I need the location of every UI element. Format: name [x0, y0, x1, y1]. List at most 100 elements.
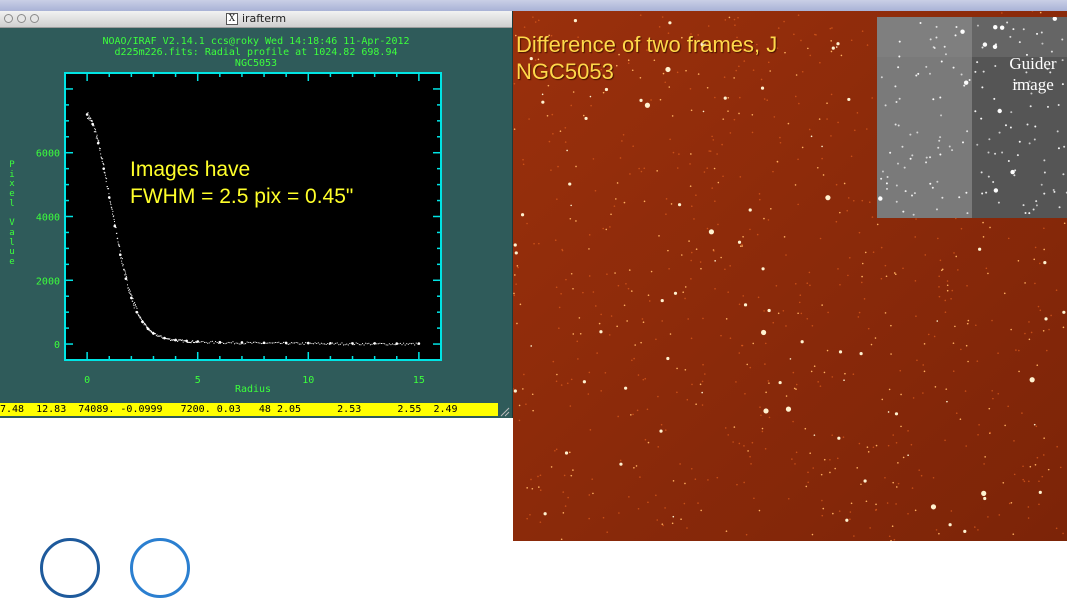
star [716, 153, 718, 155]
guider-star [904, 190, 907, 193]
guider-star [889, 151, 892, 154]
star [895, 441, 898, 444]
profile-sample [116, 232, 118, 234]
star [669, 138, 671, 141]
star [852, 373, 855, 375]
star [628, 269, 631, 271]
star [707, 25, 710, 27]
difference-image: Difference of two frames, J NGC5053 Guid… [513, 11, 1067, 541]
star [642, 321, 645, 324]
star [639, 98, 643, 102]
star [582, 291, 584, 294]
profile-sample [117, 237, 119, 239]
star [772, 321, 775, 324]
star [701, 404, 704, 406]
star [690, 278, 692, 280]
star [843, 379, 845, 382]
star [772, 170, 774, 173]
profile-sample [126, 279, 128, 281]
profile-sample [341, 342, 343, 344]
resize-grip-icon[interactable] [499, 406, 510, 417]
profile-sample [136, 307, 138, 309]
star [779, 136, 781, 139]
star [637, 374, 640, 376]
profile-sample [138, 315, 140, 317]
profile-sample [387, 344, 389, 346]
guider-star [925, 65, 928, 68]
star [528, 118, 530, 120]
star [608, 334, 611, 336]
star [937, 237, 939, 240]
star [641, 318, 644, 320]
star [642, 378, 645, 381]
star [1047, 468, 1050, 471]
star [864, 251, 867, 254]
star [724, 268, 726, 271]
star [684, 286, 687, 288]
star [813, 365, 816, 368]
star [948, 523, 952, 527]
star [932, 476, 935, 479]
star [831, 376, 834, 378]
guider-star [929, 38, 932, 41]
star [706, 86, 709, 89]
star [765, 391, 767, 394]
star [912, 397, 915, 399]
guider-star [1034, 125, 1037, 128]
star [895, 503, 897, 505]
star [945, 388, 948, 390]
profile-sample [414, 344, 416, 346]
star [863, 298, 866, 300]
star [600, 390, 602, 392]
profile-sample [417, 343, 419, 345]
star [884, 476, 886, 479]
guider-star [1043, 171, 1046, 174]
star [541, 93, 544, 96]
star [584, 116, 588, 121]
guider-star [1024, 212, 1027, 215]
guider-star [911, 194, 914, 197]
star [588, 248, 590, 250]
star [606, 273, 608, 275]
guider-label-line-2: image [1012, 75, 1054, 94]
profile-sample [113, 215, 115, 217]
star [689, 87, 692, 90]
star [801, 146, 804, 149]
profile-sample [113, 221, 115, 223]
star [764, 363, 766, 365]
star [738, 352, 741, 354]
guider-star [1062, 173, 1065, 176]
star [664, 507, 666, 509]
star [1035, 425, 1038, 428]
desktop-top-strip [0, 0, 1067, 11]
star [810, 135, 813, 138]
star [514, 251, 518, 255]
guider-star [925, 161, 928, 164]
profile-sample [96, 134, 98, 136]
star [1037, 305, 1040, 308]
profile-sample [393, 344, 395, 346]
star [569, 405, 572, 407]
profile-sample [248, 341, 250, 343]
star [826, 118, 828, 120]
profile-sample [376, 343, 378, 345]
star [922, 364, 925, 366]
profile-sample [162, 337, 164, 339]
star [635, 465, 638, 467]
star [821, 514, 824, 517]
star [515, 283, 517, 285]
star [679, 463, 681, 465]
profile-sample [371, 343, 373, 345]
profile-sample [130, 298, 132, 300]
profile-sample [119, 253, 121, 255]
guider-star [1022, 204, 1025, 207]
guider-star [1028, 142, 1031, 145]
star [555, 286, 558, 289]
profile-sample [121, 258, 123, 260]
guider-star [909, 133, 912, 136]
profile-sample [349, 342, 351, 344]
star [840, 54, 843, 57]
guider-star [980, 117, 983, 120]
star [691, 383, 693, 386]
profile-sample [100, 153, 102, 155]
